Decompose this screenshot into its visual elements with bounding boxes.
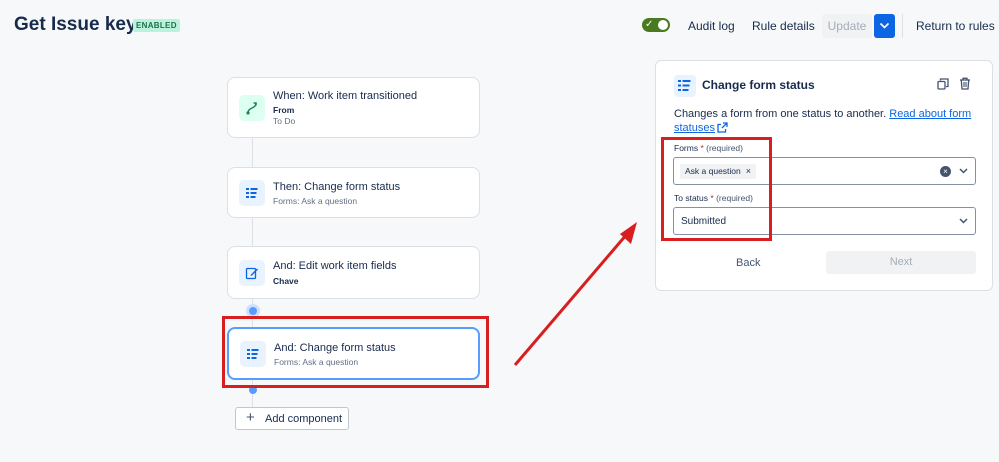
annotation-arrow-icon xyxy=(513,222,637,366)
